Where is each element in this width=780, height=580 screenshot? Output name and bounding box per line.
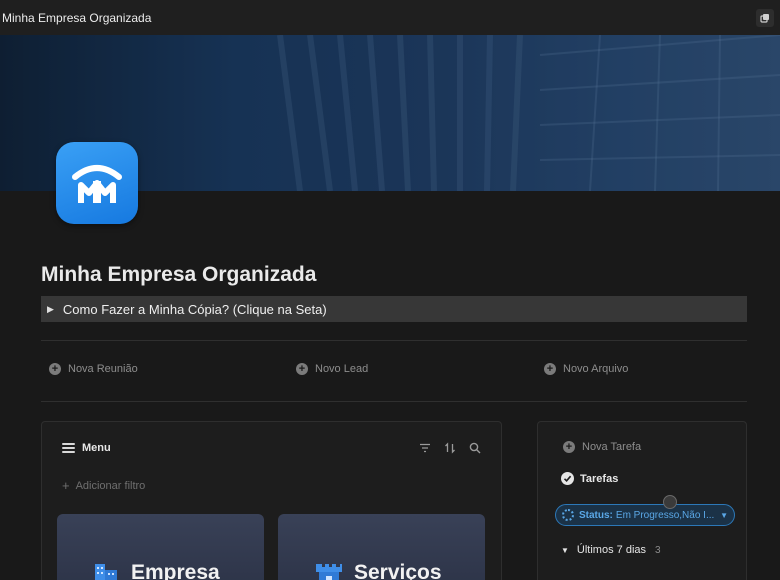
menu-title: Menu: [82, 442, 111, 454]
plus-icon: +: [62, 478, 70, 493]
share-icon[interactable]: [756, 8, 774, 27]
tasks-view-label: Tarefas: [580, 472, 619, 485]
nova-tarefa-button[interactable]: + Nova Tarefa: [563, 441, 641, 453]
menu-database: Menu + Adicionar filtro Empresa Serviços: [41, 421, 502, 580]
card-servicos[interactable]: Serviços: [278, 514, 485, 580]
building-icon: [93, 562, 119, 580]
plus-circle-icon: +: [49, 363, 61, 375]
status-filter-pill[interactable]: Status: Em Progresso,Não I... ▼: [555, 504, 735, 526]
tasks-database: + Nova Tarefa Tarefas Status: Em Progres…: [537, 421, 747, 580]
sort-icon[interactable]: [443, 441, 456, 454]
plus-circle-icon: +: [544, 363, 556, 375]
card-label-empresa: Empresa: [131, 561, 220, 580]
status-filter-label: Status:: [579, 509, 613, 521]
toggle-block[interactable]: ▶ Como Fazer a Minha Cópia? (Clique na S…: [41, 296, 747, 322]
castle-icon: [316, 562, 342, 580]
toggle-arrow-icon[interactable]: ▶: [47, 304, 54, 315]
search-icon[interactable]: [468, 441, 481, 454]
novo-arquivo-button[interactable]: + Novo Arquivo: [544, 363, 628, 375]
nova-reuniao-button[interactable]: + Nova Reunião: [49, 363, 138, 375]
page-title[interactable]: Minha Empresa Organizada: [41, 263, 316, 287]
status-filter-value: Em Progresso,Não I...: [615, 509, 715, 521]
divider: [41, 340, 747, 341]
novo-lead-button[interactable]: + Novo Lead: [296, 363, 368, 375]
menu-lines-icon: [62, 443, 75, 453]
mouse-cursor: [663, 495, 677, 509]
plus-circle-icon: +: [563, 441, 575, 453]
toggle-text: Como Fazer a Minha Cópia? (Clique na Set…: [62, 301, 327, 317]
menu-view-tab[interactable]: Menu: [62, 442, 111, 454]
check-circle-icon: [561, 472, 574, 485]
window-title: Minha Empresa Organizada: [2, 10, 152, 25]
card-label-servicos: Serviços: [354, 561, 442, 580]
button-label: Novo Arquivo: [563, 363, 629, 375]
plus-circle-icon: +: [296, 363, 308, 375]
page-logo-icon[interactable]: [56, 142, 138, 224]
group-toggle-ultimos-7-dias[interactable]: ▼ Últimos 7 dias 3: [561, 544, 661, 556]
button-label: Nova Reunião: [68, 363, 138, 375]
chevron-down-icon: ▼: [720, 510, 728, 520]
caret-down-icon: ▼: [561, 545, 569, 555]
status-ring-icon: [562, 509, 574, 521]
group-count: 3: [655, 544, 661, 556]
filter-icon[interactable]: [418, 441, 431, 454]
button-label: Novo Lead: [315, 363, 369, 375]
card-empresa[interactable]: Empresa: [57, 514, 264, 580]
divider: [41, 401, 747, 402]
nova-tarefa-label: Nova Tarefa: [582, 441, 642, 453]
window-titlebar: Minha Empresa Organizada: [0, 0, 780, 35]
tasks-view-tab[interactable]: Tarefas: [561, 472, 618, 485]
group-name: Últimos 7 dias: [576, 544, 646, 556]
add-filter-label: Adicionar filtro: [75, 479, 146, 492]
add-filter-button[interactable]: + Adicionar filtro: [62, 478, 145, 493]
